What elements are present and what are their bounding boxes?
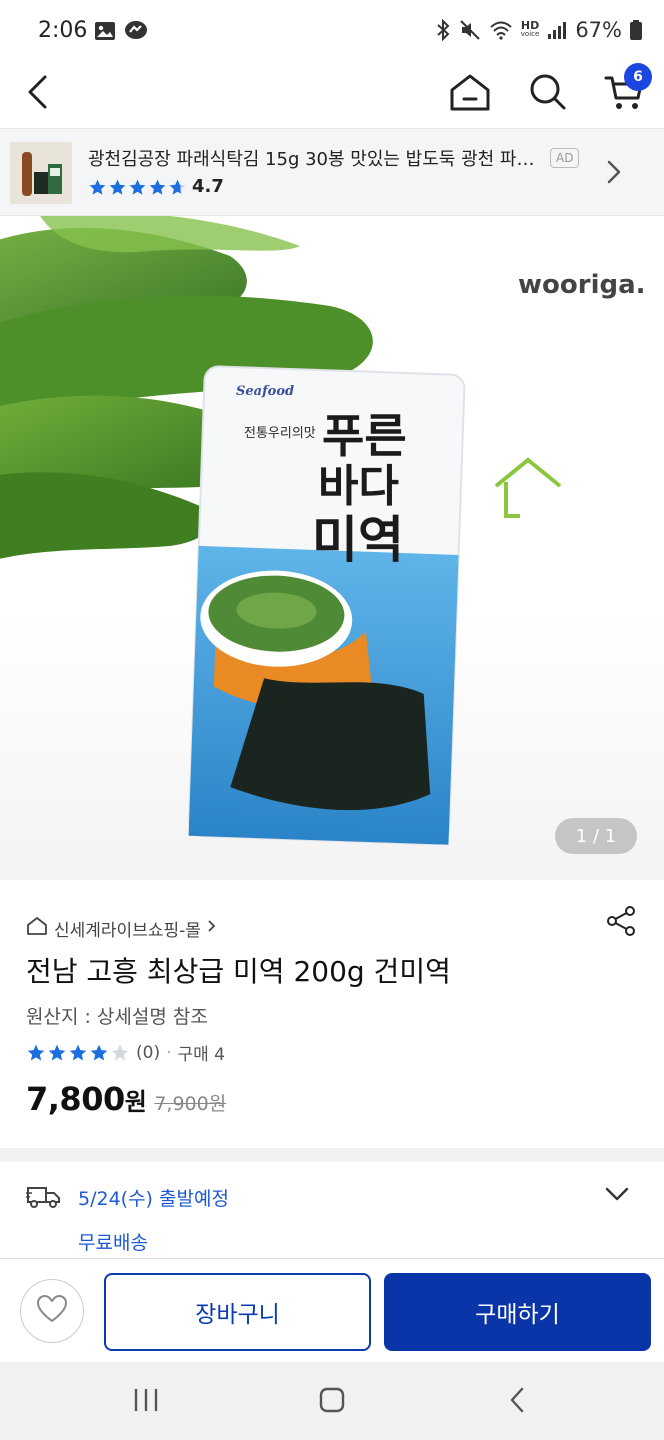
recents-icon — [132, 1386, 160, 1418]
star-icon — [169, 179, 186, 195]
star-icon — [111, 1044, 129, 1060]
delivery-truck-icon — [26, 1184, 62, 1214]
section-divider — [0, 1148, 664, 1162]
add-to-cart-button[interactable]: 장바구니 — [104, 1273, 371, 1351]
chevron-left-icon — [25, 74, 51, 114]
search-icon — [528, 72, 568, 116]
recents-button[interactable] — [116, 1382, 176, 1422]
star-icon — [149, 179, 166, 195]
free-shipping: 무료배송 — [78, 1232, 148, 1254]
product-title: 전남 고흥 최상급 미역 200g 건미역 — [26, 955, 451, 988]
seller-link[interactable]: 신세계라이브쇼핑-몰 — [26, 916, 217, 941]
buy-now-button[interactable]: 구매하기 — [384, 1273, 651, 1351]
star-icon — [69, 1044, 87, 1060]
share-icon — [605, 905, 637, 941]
app-header: 6 — [0, 62, 664, 128]
status-left-icons — [94, 20, 148, 46]
share-button[interactable] — [602, 904, 640, 942]
voice-label: voice — [520, 30, 540, 38]
star-icon — [48, 1044, 66, 1060]
ad-thumbnail — [10, 142, 72, 204]
nav-home-icon — [318, 1386, 346, 1418]
battery-percent: 67% — [575, 18, 622, 42]
status-right: HD voice 67% — [435, 18, 642, 42]
star-icon — [90, 1044, 108, 1060]
home-button[interactable] — [442, 66, 498, 122]
sale-price-unit: 원 — [124, 1088, 147, 1116]
nav-home-button[interactable] — [302, 1382, 362, 1422]
chevron-right-small-icon — [207, 918, 217, 939]
sale-price-value: 7,800 — [26, 1080, 125, 1118]
system-nav-bar — [0, 1362, 664, 1440]
ad-tag: AD — [550, 148, 580, 168]
star-icon — [129, 179, 146, 195]
chevron-right-icon — [604, 157, 624, 191]
store-icon — [26, 916, 48, 941]
ad-banner[interactable]: 광천김공장 파래식탁김 15g 30봉 맛있는 밥도둑 광천 파래김 AD 4.… — [0, 128, 664, 216]
package-subtitle: 전통우리의맛 — [244, 426, 316, 441]
product-info: 신세계라이브쇼핑-몰 전남 고흥 최상급 미역 200g 건미역 원산지 : 상… — [0, 880, 664, 1148]
status-bar: 2:06 HD voice 67% — [0, 0, 664, 62]
signal-icon — [547, 20, 567, 40]
price-row: 7,800원 7,900원 — [26, 1080, 226, 1118]
battery-icon — [630, 20, 642, 40]
nav-back-icon — [507, 1386, 529, 1418]
heart-icon — [36, 1294, 68, 1328]
product-origin: 원산지 : 상세설명 참조 — [26, 1006, 208, 1028]
review-count: (0) — [136, 1042, 161, 1063]
hd-voice-icon: HD voice — [520, 19, 540, 39]
seller-name: 신세계라이브쇼핑-몰 — [54, 921, 201, 941]
purchase-count: 구매 4 — [177, 1045, 226, 1065]
mute-icon — [459, 19, 481, 41]
chevron-down-icon[interactable] — [604, 1184, 630, 1208]
star-icon — [27, 1044, 45, 1060]
product-stars — [26, 1043, 130, 1063]
cart-button[interactable]: 6 — [596, 63, 652, 122]
separator-dot: · — [166, 1042, 172, 1063]
search-button[interactable] — [520, 66, 576, 122]
shipping-section[interactable]: 5/24(수) 출발예정 무료배송 — [0, 1162, 664, 1258]
ad-stars — [88, 178, 187, 197]
home-icon — [448, 72, 492, 116]
bluetooth-icon — [435, 19, 451, 41]
back-button[interactable] — [10, 66, 66, 122]
original-price: 7,900원 — [154, 1093, 227, 1115]
messenger-icon — [124, 20, 148, 46]
package-title-3: 미역 — [312, 510, 404, 569]
package-seafood-label: Seafood — [236, 384, 295, 399]
hd-label: HD — [520, 19, 540, 32]
status-time: 2:06 — [38, 18, 88, 43]
image-icon — [94, 21, 116, 45]
ad-title: 광천김공장 파래식탁김 15g 30봉 맛있는 밥도둑 광천 파래김 — [88, 149, 540, 170]
image-counter: 1 / 1 — [555, 818, 637, 854]
action-bar: 장바구니 구매하기 — [0, 1258, 664, 1362]
star-icon — [109, 179, 126, 195]
star-icon — [89, 179, 106, 195]
brand-logo-text: wooriga. — [518, 270, 646, 300]
ad-rating: 4.7 — [192, 176, 224, 197]
nav-back-button[interactable] — [488, 1382, 548, 1422]
product-image[interactable]: wooriga. Seafood 푸른 바다 미역 전통우리의맛 — [0, 216, 664, 880]
shipping-date: 5/24(수) 출발예정 — [78, 1188, 229, 1210]
sale-price: 7,800원 — [26, 1080, 147, 1118]
cart-count-badge: 6 — [624, 63, 652, 91]
wifi-icon — [489, 20, 513, 40]
wishlist-button[interactable] — [20, 1279, 84, 1343]
rating-row[interactable]: (0) · 구매 4 — [26, 1040, 225, 1065]
